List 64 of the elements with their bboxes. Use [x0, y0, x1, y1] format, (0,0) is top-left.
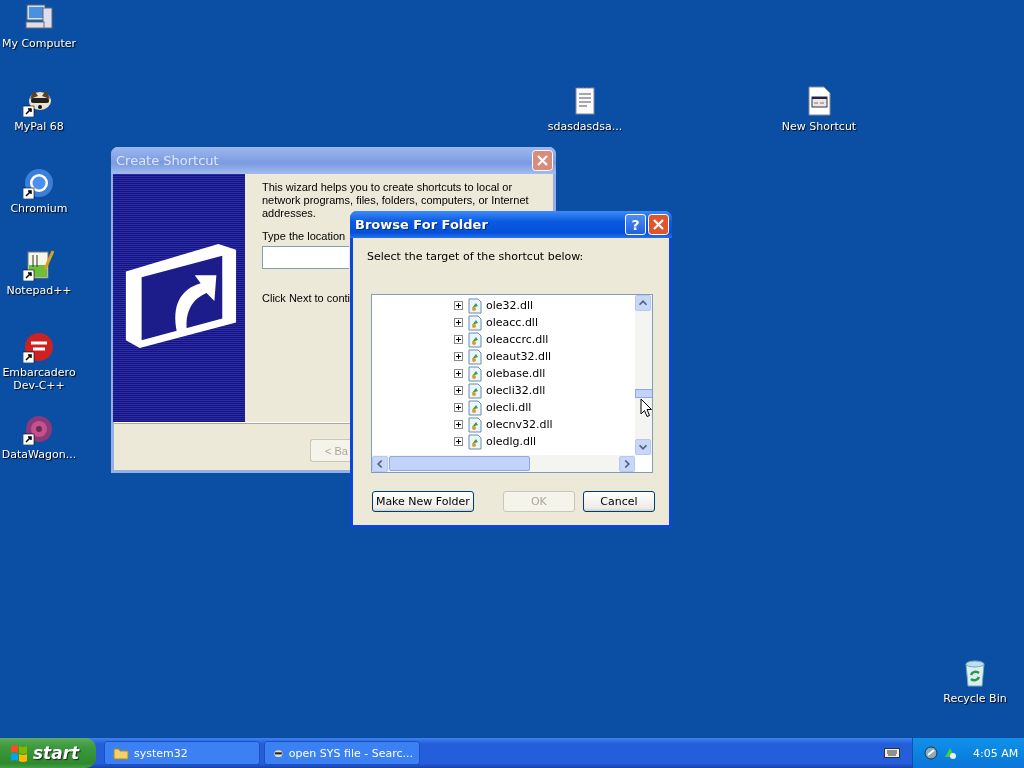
- tree-item[interactable]: olecli.dll: [486, 401, 532, 414]
- tree-item[interactable]: olecnv32.dll: [486, 418, 553, 431]
- tree-item[interactable]: olebase.dll: [486, 367, 546, 380]
- tree-item[interactable]: oleaccrc.dll: [486, 333, 549, 346]
- clock: 4:05 AM: [973, 746, 1019, 760]
- window-title: Browse For Folder: [355, 217, 489, 232]
- notepad-icon[interactable]: [23, 249, 55, 281]
- location-field[interactable]: [262, 246, 349, 269]
- next-hint: Click Next to conti: [262, 292, 351, 304]
- start-button[interactable]: start: [0, 738, 96, 768]
- icon-label[interactable]: Chromium: [0, 202, 78, 215]
- tree-item[interactable]: ole32.dll: [486, 299, 534, 312]
- window-title: Create Shortcut: [116, 153, 220, 168]
- taskbar-button[interactable]: open SYS file - Searc...: [264, 741, 420, 765]
- icon-label[interactable]: sdasdasdsa...: [546, 120, 624, 133]
- expand-icon[interactable]: [454, 335, 463, 344]
- expand-icon[interactable]: [454, 352, 463, 361]
- file-icon: [468, 382, 482, 399]
- icon-label[interactable]: Notepad++: [0, 284, 78, 297]
- wizard-description: This wizard helps you to create shortcuts to local or network programs, files, folders, computers, or Internet addresses.: [262, 181, 530, 219]
- scroll-thumb[interactable]: [389, 456, 530, 471]
- vertical-scrollbar[interactable]: [635, 295, 652, 455]
- tree-item[interactable]: oledlg.dll: [486, 435, 537, 448]
- location-label: Type the location: [262, 230, 346, 242]
- dialog-button[interactable]: Make New Folder: [372, 491, 474, 512]
- folder-icon: [113, 745, 129, 761]
- scroll-down-icon[interactable]: [635, 439, 651, 455]
- file-icon: [468, 365, 482, 382]
- prompt-text: Select the target of the shortcut below:: [367, 250, 585, 263]
- taskbar-button[interactable]: system32: [104, 741, 260, 765]
- expand-icon[interactable]: [454, 301, 463, 310]
- tree-item[interactable]: oleaut32.dll: [486, 350, 552, 363]
- horizontal-scrollbar[interactable]: [372, 455, 635, 472]
- file-icon: [468, 399, 482, 416]
- scroll-thumb[interactable]: [635, 389, 652, 398]
- file-icon: [468, 433, 482, 450]
- icon-label[interactable]: My Computer: [0, 37, 78, 50]
- expand-icon[interactable]: [454, 318, 463, 327]
- icon-label[interactable]: MyPal 68: [0, 120, 78, 133]
- icon-label[interactable]: DataWagon...: [0, 448, 78, 461]
- icon-label[interactable]: New Shortcut: [780, 120, 858, 133]
- expand-icon[interactable]: [454, 420, 463, 429]
- file-icon: [468, 348, 482, 365]
- tray-icon[interactable]: [923, 745, 939, 761]
- expand-icon[interactable]: [454, 369, 463, 378]
- windows-flag-icon: [9, 743, 29, 763]
- expand-icon[interactable]: [454, 437, 463, 446]
- dialog-button[interactable]: Cancel: [582, 491, 655, 512]
- close-icon[interactable]: [648, 214, 669, 235]
- scroll-up-icon[interactable]: [635, 295, 651, 311]
- file-icon: [468, 331, 482, 348]
- help-button[interactable]: ?: [625, 214, 646, 235]
- tree-item[interactable]: oleacc.dll: [486, 316, 538, 329]
- scroll-right-icon[interactable]: [619, 455, 635, 472]
- scroll-left-icon[interactable]: [372, 455, 388, 472]
- file-icon: [468, 416, 482, 433]
- file-icon: [468, 297, 482, 314]
- expand-icon[interactable]: [454, 386, 463, 395]
- icon-label[interactable]: Embarcadero Dev-C++: [0, 366, 78, 392]
- tree-item[interactable]: olecli32.dll: [486, 384, 546, 397]
- icon-label[interactable]: Recycle Bin: [936, 692, 1014, 705]
- file-icon: [468, 314, 482, 331]
- keyboard-icon[interactable]: [884, 747, 900, 759]
- expand-icon[interactable]: [454, 403, 463, 412]
